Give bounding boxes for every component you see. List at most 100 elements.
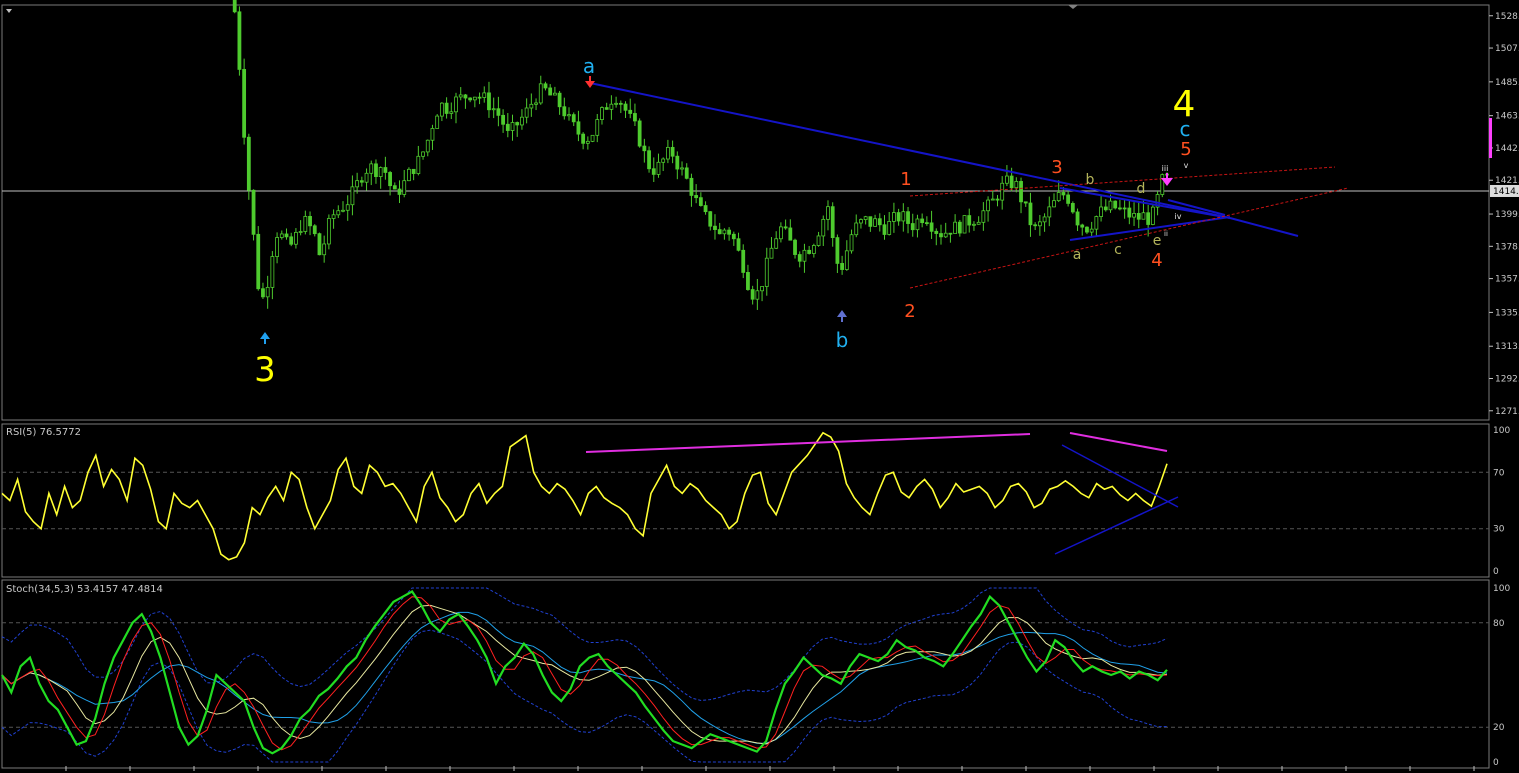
candle-body (948, 232, 953, 235)
stoch-tick-label: 0 (1493, 758, 1499, 768)
stoch-pane-frame (1, 579, 1490, 769)
candle-body (430, 128, 435, 141)
candle-body (623, 103, 628, 111)
candle-body (651, 168, 656, 175)
candle-body (972, 223, 976, 226)
trend-line-extension (1229, 217, 1299, 237)
candle-body (1066, 194, 1071, 204)
candle-body (256, 233, 261, 290)
candle-body (571, 114, 576, 123)
candle-body (510, 122, 515, 131)
candle-body (463, 94, 468, 99)
rsi-tick-label: 0 (1493, 567, 1499, 577)
price-pane-frame (1, 4, 1490, 421)
candle-body (736, 238, 741, 251)
rsi-triangle-lower (1054, 496, 1179, 555)
candle-body (670, 146, 675, 157)
rsi-pane: RSI(5) 76.5772 (1, 427, 1489, 561)
candle-body (953, 221, 958, 234)
candle-body (350, 186, 355, 206)
rsi-line (1, 431, 1168, 561)
candle-body (345, 204, 350, 211)
candle-body (477, 96, 482, 99)
candle-body (275, 237, 279, 257)
candle-body (567, 114, 571, 117)
rsi-label: RSI(5) 76.5772 (6, 427, 81, 438)
candle-body (524, 107, 529, 118)
pane-menu-icon[interactable] (6, 9, 12, 13)
candle-body (1122, 207, 1127, 210)
stoch-average-line (1, 604, 1168, 745)
candle-body (322, 243, 327, 256)
price-tick-label: 1528. (1495, 12, 1519, 22)
candle-body (595, 119, 600, 136)
candle-body (830, 206, 835, 239)
candle-body (1089, 228, 1094, 233)
candle-body (1080, 224, 1085, 228)
wave-label-c: c (1180, 117, 1191, 141)
candle-body (609, 103, 614, 110)
candle-body (764, 257, 769, 287)
candle-body (246, 136, 251, 191)
price-tick-label: 1485. (1495, 78, 1519, 88)
candle-body (529, 103, 534, 109)
candle-body (840, 263, 845, 270)
candle-body (397, 188, 402, 195)
candle-body (826, 206, 830, 220)
candle-body (637, 120, 642, 147)
wave-label-big-3: 3 (254, 350, 276, 390)
candle-body (270, 256, 275, 288)
candle-body (1056, 192, 1061, 202)
miniwave-label-iv: iv (1175, 212, 1182, 221)
candle-body (816, 235, 821, 246)
candle-body (896, 212, 901, 222)
candle-body (689, 177, 694, 196)
candle-body (425, 139, 430, 153)
stoch-tick-label: 80 (1493, 619, 1505, 629)
candle-body (355, 180, 360, 188)
shift-marker-icon[interactable] (1068, 5, 1078, 9)
candle-body (604, 107, 609, 110)
candle-body (590, 134, 595, 142)
wave-label-2: 2 (904, 301, 915, 322)
candle-body (416, 155, 421, 174)
candle-body (388, 172, 392, 187)
price-tick-label: 1271. (1495, 407, 1519, 417)
candle-body (778, 226, 783, 240)
candle-body (468, 97, 473, 101)
candle-body (694, 195, 699, 199)
candle-body (1094, 216, 1099, 230)
candle-body (458, 94, 463, 98)
candle-body (873, 218, 877, 227)
candle-body (981, 210, 986, 223)
candle-body (774, 238, 779, 249)
candle-body (1014, 181, 1019, 189)
stoch-label: Stoch(34,5,3) 53.4157 47.4814 (6, 584, 163, 595)
candle-body (557, 92, 562, 108)
candle-body (859, 219, 863, 224)
candle-body (1028, 202, 1033, 226)
candle-body (585, 140, 590, 144)
candle-body (633, 113, 637, 122)
candle-body (976, 221, 981, 225)
candle-body (1005, 175, 1009, 184)
candle-body (727, 229, 732, 235)
candle-body (1033, 224, 1038, 227)
candle-body (750, 289, 755, 300)
candle-body (788, 227, 793, 241)
candle-body (934, 230, 939, 234)
candle-body (642, 145, 647, 152)
candle-body (383, 167, 388, 173)
candle-body (576, 121, 581, 135)
candle-body (684, 167, 689, 179)
candle-body (562, 106, 567, 117)
candle-body (731, 233, 736, 240)
candle-body (741, 249, 746, 273)
price-tick-label: 1292. (1495, 375, 1519, 385)
candle-body (797, 254, 802, 262)
candle-body (943, 232, 948, 238)
candle-body (1061, 192, 1066, 196)
rsi-divergence-line-2 (1069, 432, 1168, 452)
candle-body (331, 214, 336, 219)
candle-body (435, 115, 440, 129)
